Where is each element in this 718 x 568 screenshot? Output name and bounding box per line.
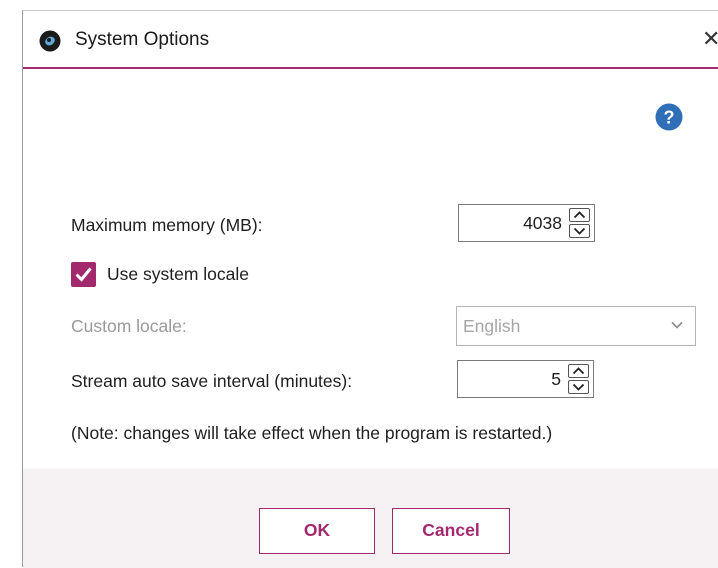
custom-locale-select: English (456, 306, 696, 346)
max-memory-value[interactable]: 4038 (523, 213, 562, 234)
stream-autosave-spin-arrows (568, 364, 590, 394)
app-logo-icon (39, 30, 61, 52)
custom-locale-value: English (463, 316, 521, 336)
chevron-down-icon (671, 321, 683, 329)
chevron-up-icon (573, 211, 586, 219)
ok-button[interactable]: OK (259, 508, 375, 554)
max-memory-decrement-button[interactable] (569, 224, 590, 238)
stream-autosave-decrement-button[interactable] (568, 380, 589, 394)
stream-autosave-value[interactable]: 5 (551, 369, 561, 390)
stream-autosave-increment-button[interactable] (568, 364, 589, 378)
chevron-down-icon (573, 227, 586, 235)
dialog-title: System Options (75, 29, 210, 50)
use-system-locale-label[interactable]: Use system locale (107, 264, 249, 285)
system-options-dialog: System Options ✕ ? Maximum memory (MB): … (22, 10, 718, 568)
cancel-button[interactable]: Cancel (392, 508, 510, 554)
help-icon[interactable]: ? (655, 103, 683, 131)
restart-note: (Note: changes will take effect when the… (71, 423, 553, 443)
chevron-down-icon (572, 383, 585, 391)
max-memory-label: Maximum memory (MB): (71, 215, 263, 235)
stream-autosave-label: Stream auto save interval (minutes): (71, 371, 353, 391)
close-icon[interactable]: ✕ (702, 25, 718, 53)
max-memory-spinner[interactable]: 4038 (458, 204, 595, 242)
dialog-footer: OK Cancel (23, 469, 718, 568)
use-system-locale-checkbox[interactable] (71, 262, 96, 287)
checkmark-icon (75, 267, 92, 282)
chevron-up-icon (572, 367, 585, 375)
stream-autosave-spinner[interactable]: 5 (457, 360, 594, 398)
custom-locale-label: Custom locale: (71, 316, 187, 336)
max-memory-spin-arrows (569, 208, 591, 238)
svg-text:?: ? (664, 108, 675, 128)
title-bar: System Options ✕ (23, 11, 718, 69)
max-memory-increment-button[interactable] (569, 208, 590, 222)
